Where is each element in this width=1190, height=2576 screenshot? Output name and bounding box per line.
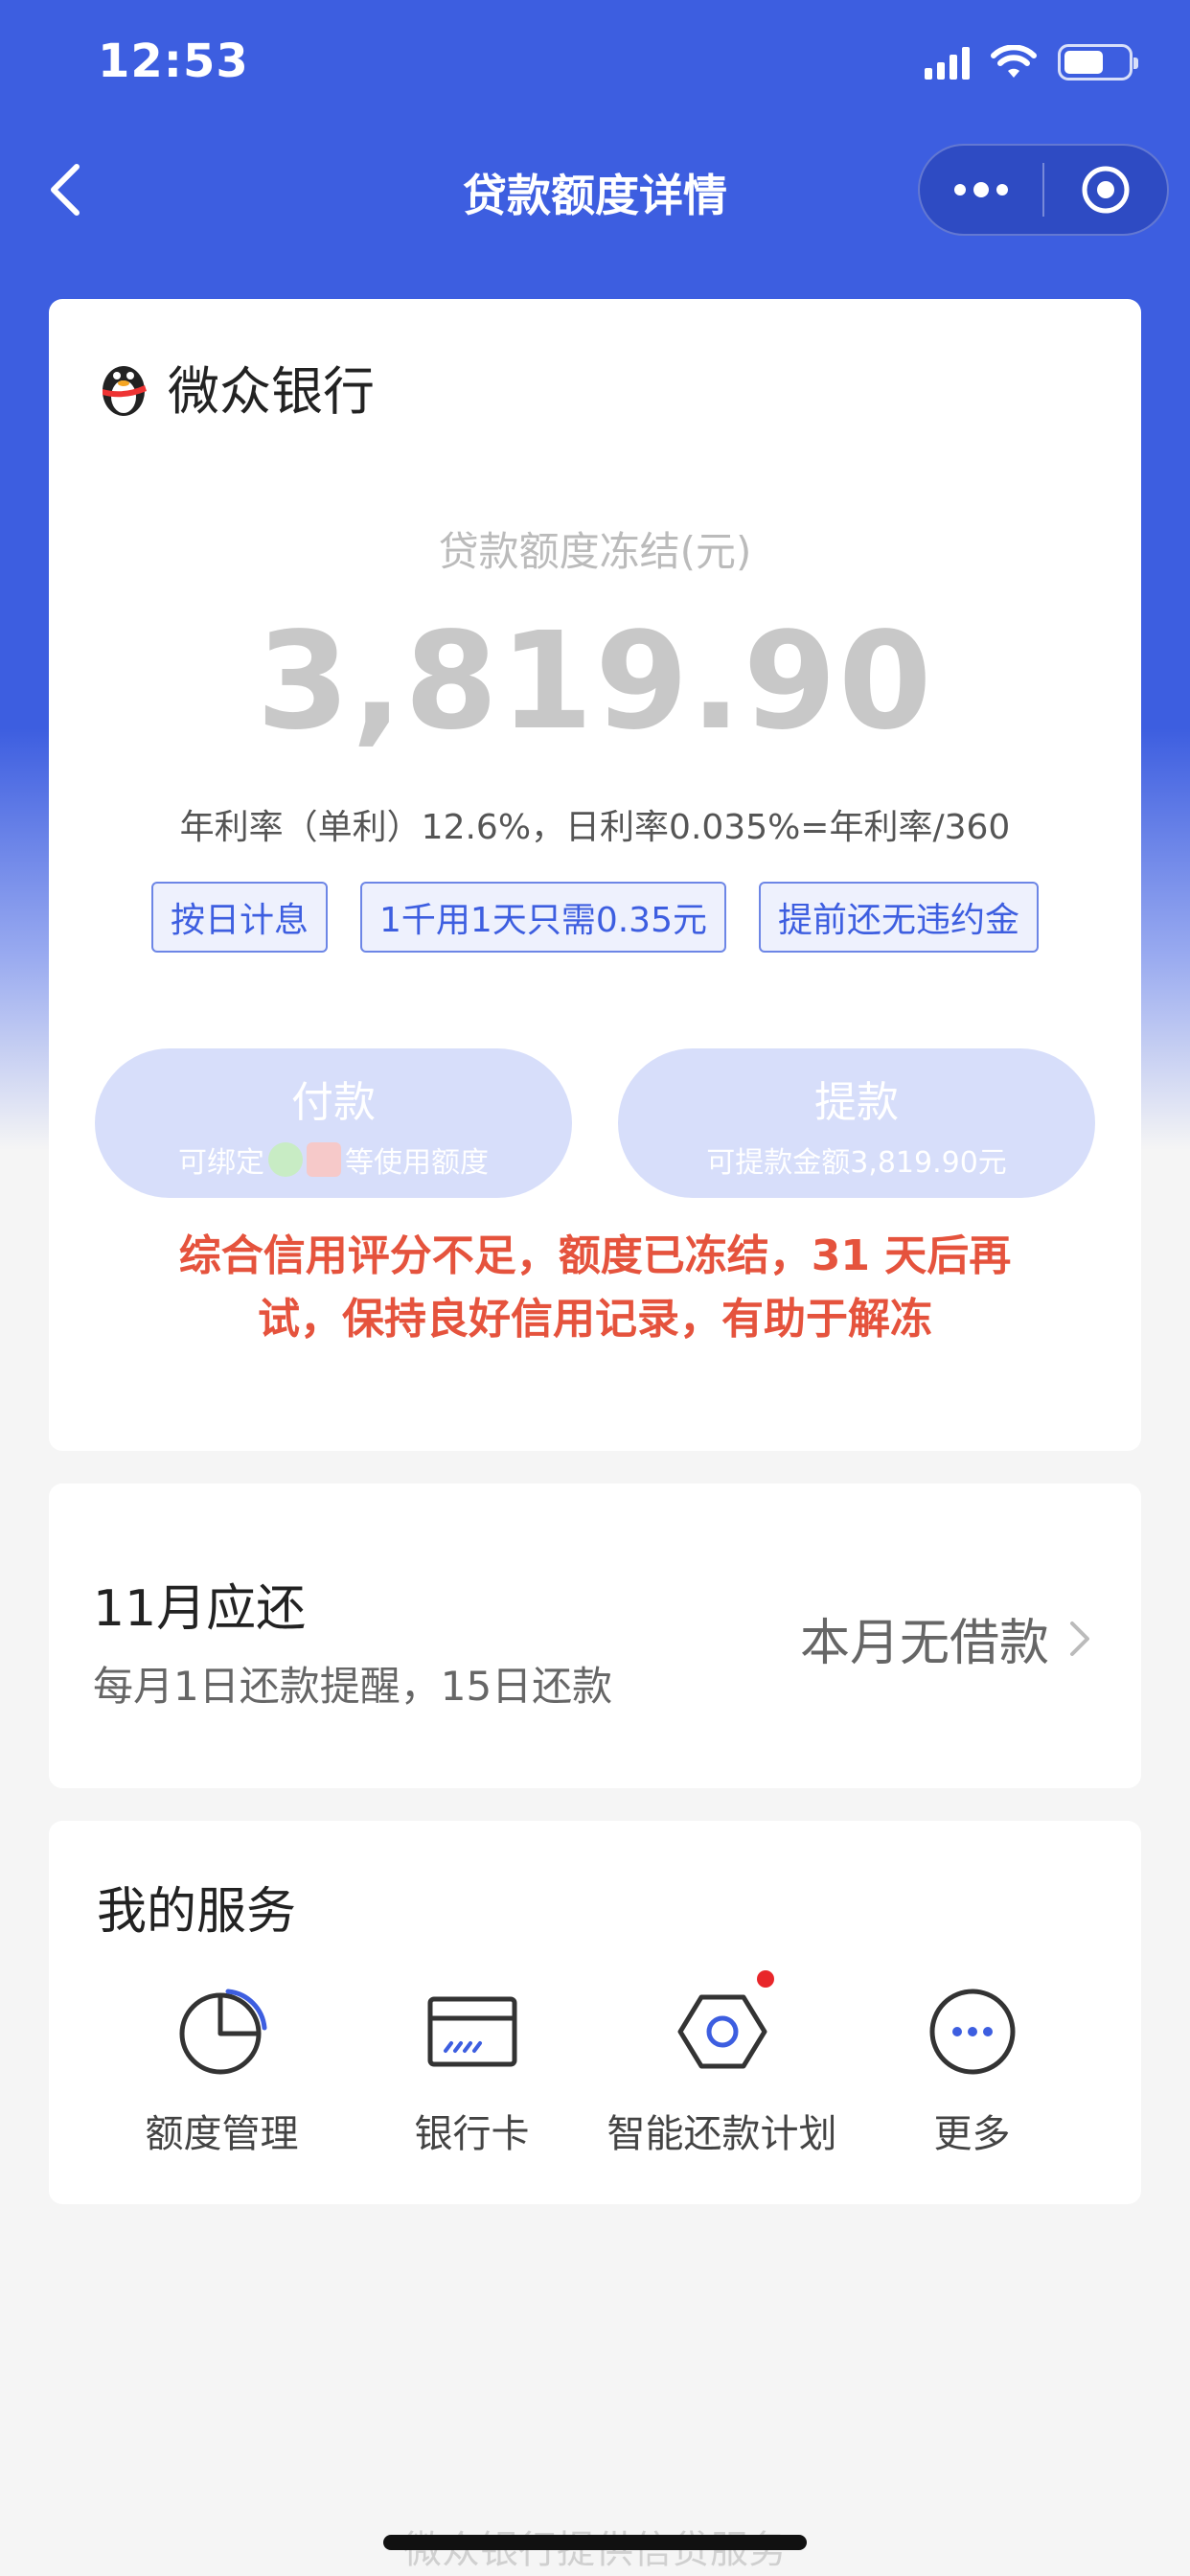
chevron-right-icon [1070,1621,1089,1656]
status-bar: 12:53 [0,0,1190,126]
service-credit-management[interactable]: 额度管理 [97,1986,347,2158]
withdraw-button[interactable]: 提款 可提款金额3,819.90元 [618,1048,1095,1198]
notification-dot [756,1970,774,1988]
pay-button-title: 付款 [291,1078,376,1127]
loan-card: 微众银行 贷款额度冻结(元) 3,819.90 年利率（单利）12.6%，日利率… [49,299,1141,1451]
repay-status-link[interactable]: 本月无借款 [800,1602,1093,1674]
calculator-icon [307,1142,341,1177]
frozen-warning-text: 综合信用评分不足，额度已冻结，31 天后再试，保持良好信用记录，有助于解冻 [178,1231,1012,1344]
nav-bar: 贷款额度详情 [0,134,1190,245]
pie-chart-icon [179,1989,266,2075]
repay-status: 本月无借款 [799,1615,1049,1672]
service-smart-repay-plan[interactable]: 智能还款计划 [597,1970,847,2158]
service-icon-wrapper [676,1970,774,2078]
service-label: 智能还款计划 [606,2112,837,2156]
bank-card-icon [427,1996,516,2067]
pay-button-subtitle: 可绑定 等使用额度 [95,1138,572,1181]
pay-sub-before: 可绑定 [178,1146,264,1180]
target-circle-icon [1082,166,1130,214]
amount-label: 贷款额度冻结(元) [438,528,752,575]
wechat-pay-icon [268,1142,303,1177]
mini-program-capsule [918,144,1169,236]
ellipsis-icon [954,182,1008,197]
bank-name: 微众银行 [168,361,375,422]
wifi-icon [991,45,1037,78]
close-mini-program-button[interactable] [1044,146,1167,234]
withdraw-button-title: 提款 [814,1078,899,1127]
repayment-card[interactable]: 11月应还 每月1日还款提醒，15日还款 本月无借款 [49,1484,1141,1788]
services-title: 我的服务 [97,1883,297,1941]
interest-rate-text: 年利率（单利）12.6%，日利率0.035%=年利率/360 [179,808,1011,847]
tag-no-penalty: 提前还无违约金 [758,882,1039,953]
amount-value: 3,819.90 [256,604,934,760]
service-label: 额度管理 [145,2112,299,2156]
more-menu-button[interactable] [920,146,1042,234]
bank-header: 微众银行 [97,349,375,425]
service-bank-card[interactable]: 银行卡 [347,1986,597,2158]
pay-button[interactable]: 付款 可绑定 等使用额度 [95,1048,572,1198]
hexagon-plan-icon [677,1994,767,2069]
service-label: 银行卡 [414,2112,530,2156]
repay-subtitle: 每月1日还款提醒，15日还款 [93,1663,613,1710]
tag-cost-example: 1千用1天只需0.35元 [360,882,726,953]
battery-icon [1058,44,1138,80]
services-grid: 额度管理 银行卡 智能还款计划 更多 [49,1970,1141,2158]
pay-sub-after: 等使用额度 [345,1146,489,1180]
status-icons [925,44,1138,80]
more-icon [929,1989,1015,2075]
service-label: 更多 [933,2112,1011,2156]
home-indicator[interactable] [383,2535,807,2550]
feature-tags: 按日计息 1千用1天只需0.35元 提前还无违约金 [49,882,1141,953]
withdraw-button-subtitle: 可提款金额3,819.90元 [706,1146,1007,1180]
status-time: 12:53 [98,34,249,88]
repay-title: 11月应还 [93,1580,307,1638]
service-more[interactable]: 更多 [847,1986,1097,2158]
cellular-signal-icon [925,45,970,80]
services-card: 我的服务 额度管理 银行卡 智能还款计划 更多 [49,1821,1141,2204]
penguin-logo-icon [103,365,147,416]
tag-daily-interest: 按日计息 [151,882,329,953]
